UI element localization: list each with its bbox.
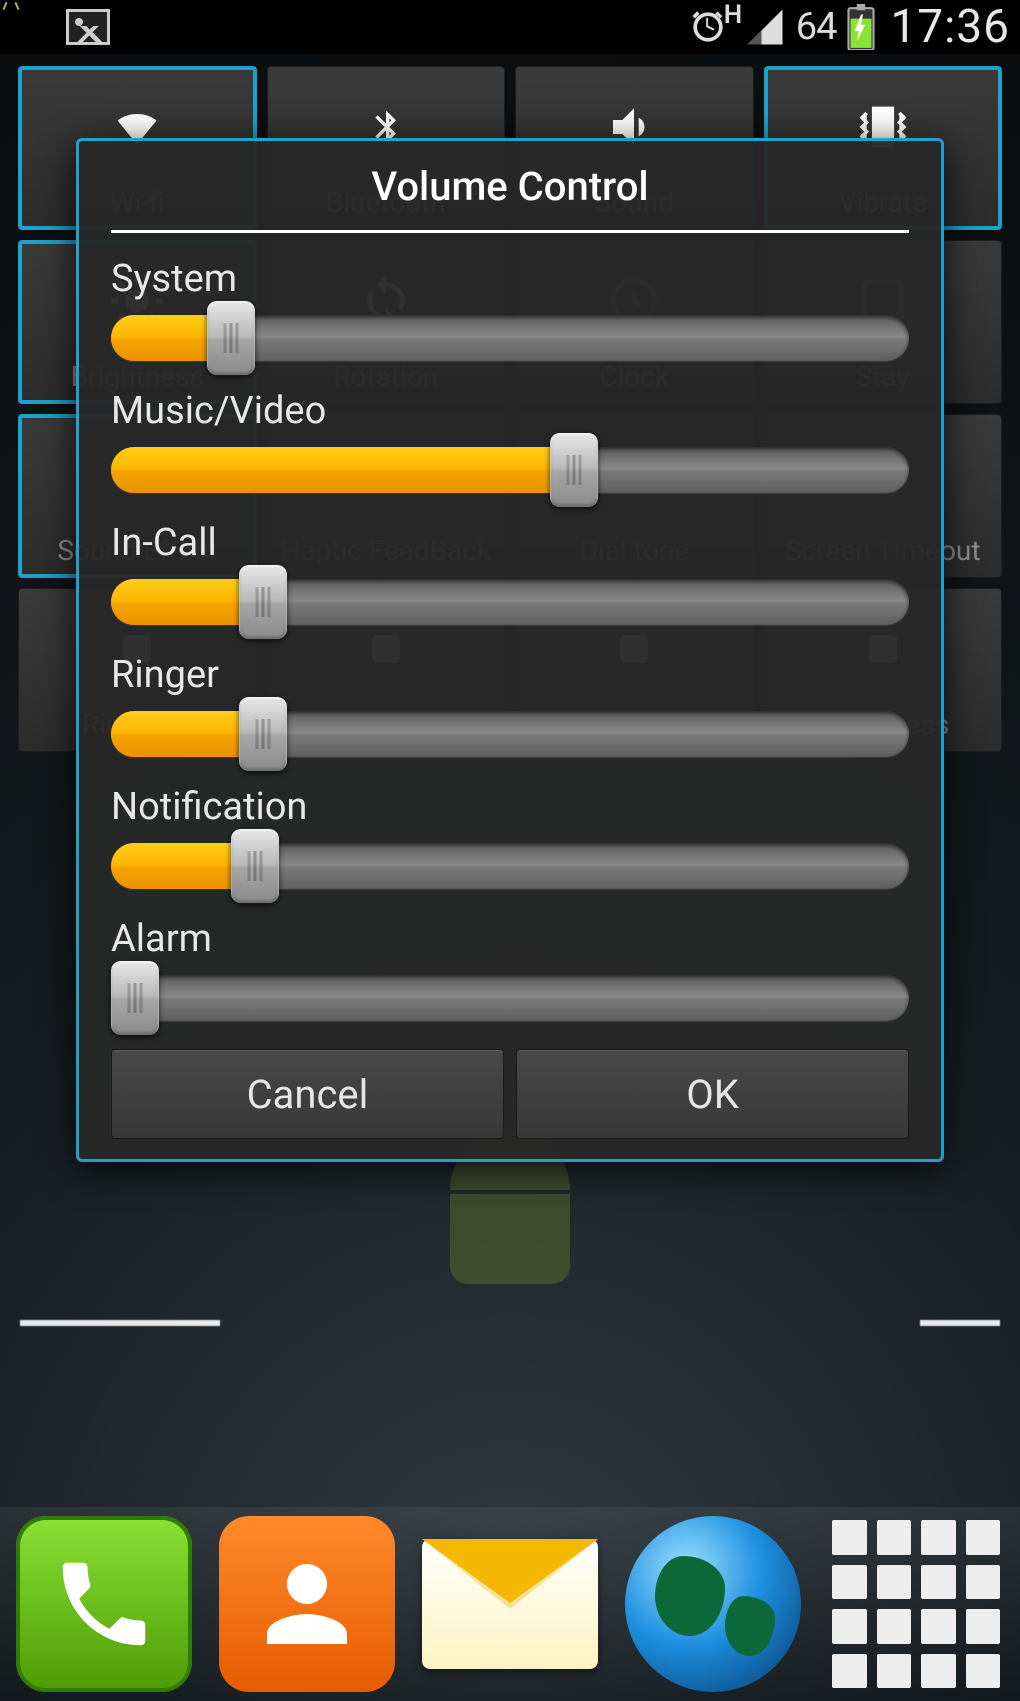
screenshot-notification-icon xyxy=(66,9,110,45)
cancel-button[interactable]: Cancel xyxy=(111,1049,504,1139)
slider-alarm: Alarm xyxy=(111,917,909,1021)
slider-system: System xyxy=(111,257,909,361)
slider-label: System xyxy=(111,257,909,301)
slider-thumb[interactable] xyxy=(207,301,255,375)
network-type: H xyxy=(724,0,742,30)
battery-icon xyxy=(846,4,876,50)
slider-track[interactable] xyxy=(111,843,909,889)
slider-label: Music/Video xyxy=(111,389,909,433)
slider-thumb[interactable] xyxy=(239,697,287,771)
dock-phone[interactable] xyxy=(16,1516,192,1692)
slider-notification: Notification xyxy=(111,785,909,889)
slider-label: Ringer xyxy=(111,653,909,697)
dock-apps[interactable] xyxy=(828,1516,1004,1692)
mobile-signal-icon: H xyxy=(744,6,786,48)
slider-track[interactable] xyxy=(111,315,909,361)
dock-messaging[interactable] xyxy=(422,1516,598,1692)
slider-fill xyxy=(111,447,574,493)
slider-thumb[interactable] xyxy=(231,829,279,903)
status-bar: H 64 17:36 xyxy=(0,0,1020,54)
battery-percent: 64 xyxy=(796,5,837,49)
clock-time: 17:36 xyxy=(890,0,1010,54)
dialog-divider xyxy=(111,230,909,233)
slider-ringer: Ringer xyxy=(111,653,909,757)
dock xyxy=(0,1507,1020,1701)
slider-thumb[interactable] xyxy=(111,961,159,1035)
dialog-title: Volume Control xyxy=(111,163,909,230)
slider-track[interactable] xyxy=(111,975,909,1021)
slider-music-video: Music/Video xyxy=(111,389,909,493)
android-icon xyxy=(10,5,48,49)
slider-thumb[interactable] xyxy=(550,433,598,507)
dock-browser[interactable] xyxy=(625,1516,801,1692)
slider-track[interactable] xyxy=(111,711,909,757)
slider-label: In-Call xyxy=(111,521,909,565)
ok-button[interactable]: OK xyxy=(516,1049,909,1139)
volume-control-dialog: Volume Control System Music/Video In-Call R… xyxy=(76,138,944,1162)
slider-label: Alarm xyxy=(111,917,909,961)
slider-label: Notification xyxy=(111,785,909,829)
slider-thumb[interactable] xyxy=(239,565,287,639)
dock-contacts[interactable] xyxy=(219,1516,395,1692)
slider-track[interactable] xyxy=(111,447,909,493)
slider-in-call: In-Call xyxy=(111,521,909,625)
slider-track[interactable] xyxy=(111,579,909,625)
